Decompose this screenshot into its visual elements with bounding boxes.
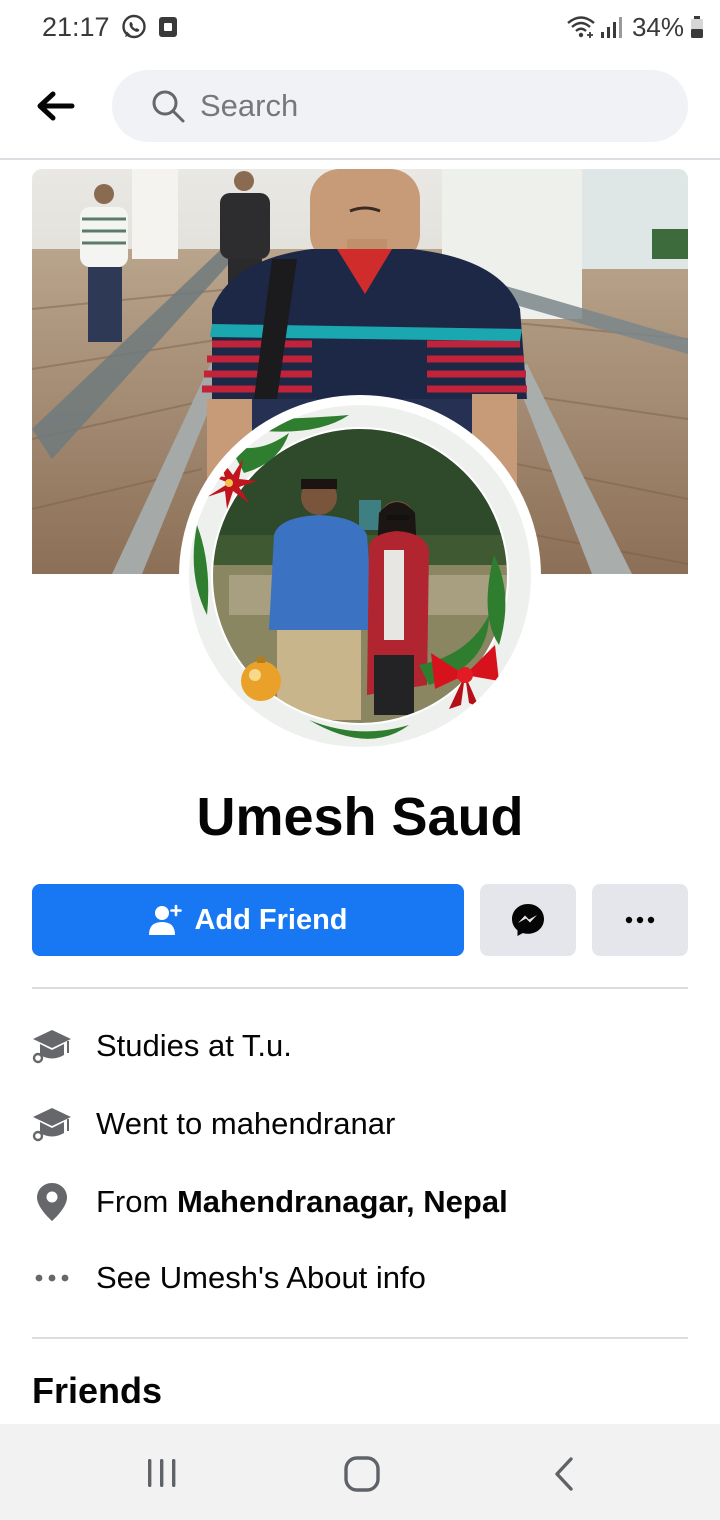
status-time: 21:17 [42,12,110,42]
system-nav-bar [0,1424,720,1520]
divider [32,987,688,989]
home-icon[interactable] [344,1456,380,1492]
graduation-cap-icon [32,1108,71,1142]
profile-picture[interactable] [189,405,531,747]
divider [32,1337,688,1339]
search-icon [152,90,185,123]
see-about-info-label: See Umesh's About info [96,1260,426,1295]
whatsapp-icon [122,14,146,39]
detail-text: Studies at T.u. [96,1028,292,1063]
add-friend-icon [149,904,183,935]
location-pin-icon [37,1183,67,1221]
search-bar[interactable] [112,70,688,142]
more-options-button[interactable] [592,884,688,956]
app-notification-icon [159,17,177,37]
message-button[interactable] [480,884,576,956]
detail-studies-at: Studies at T.u. [32,1018,688,1074]
graduation-cap-icon [32,1030,71,1064]
battery-percent: 34% [631,11,684,42]
detail-went-to: Went to mahendranar [32,1096,688,1152]
recent-apps-icon[interactable] [144,1458,180,1488]
add-friend-button[interactable]: Add Friend [32,884,464,956]
top-bar [0,56,720,160]
more-options-icon [625,916,655,924]
friends-section-title: Friends [32,1370,163,1411]
wifi-icon [567,16,595,38]
add-friend-label: Add Friend [194,903,348,936]
detail-hometown: From Mahendranagar, Nepal [32,1174,688,1230]
battery-icon [691,16,703,38]
back-icon[interactable] [552,1456,576,1492]
status-indicators: 34% [566,12,704,42]
more-dots-icon [35,1274,69,1282]
search-input[interactable] [200,70,640,142]
status-bar: 21:17 34% [0,0,720,56]
back-arrow-icon[interactable] [32,86,80,126]
signal-icon [600,17,622,38]
see-about-info[interactable]: See Umesh's About info [32,1250,688,1306]
profile-name: Umesh Saud [196,787,524,847]
messenger-icon [512,904,544,936]
hometown-link[interactable]: Mahendranagar, Nepal [177,1184,508,1219]
detail-text: Went to mahendranar [96,1106,396,1141]
detail-text: From Mahendranagar, Nepal [96,1184,508,1219]
